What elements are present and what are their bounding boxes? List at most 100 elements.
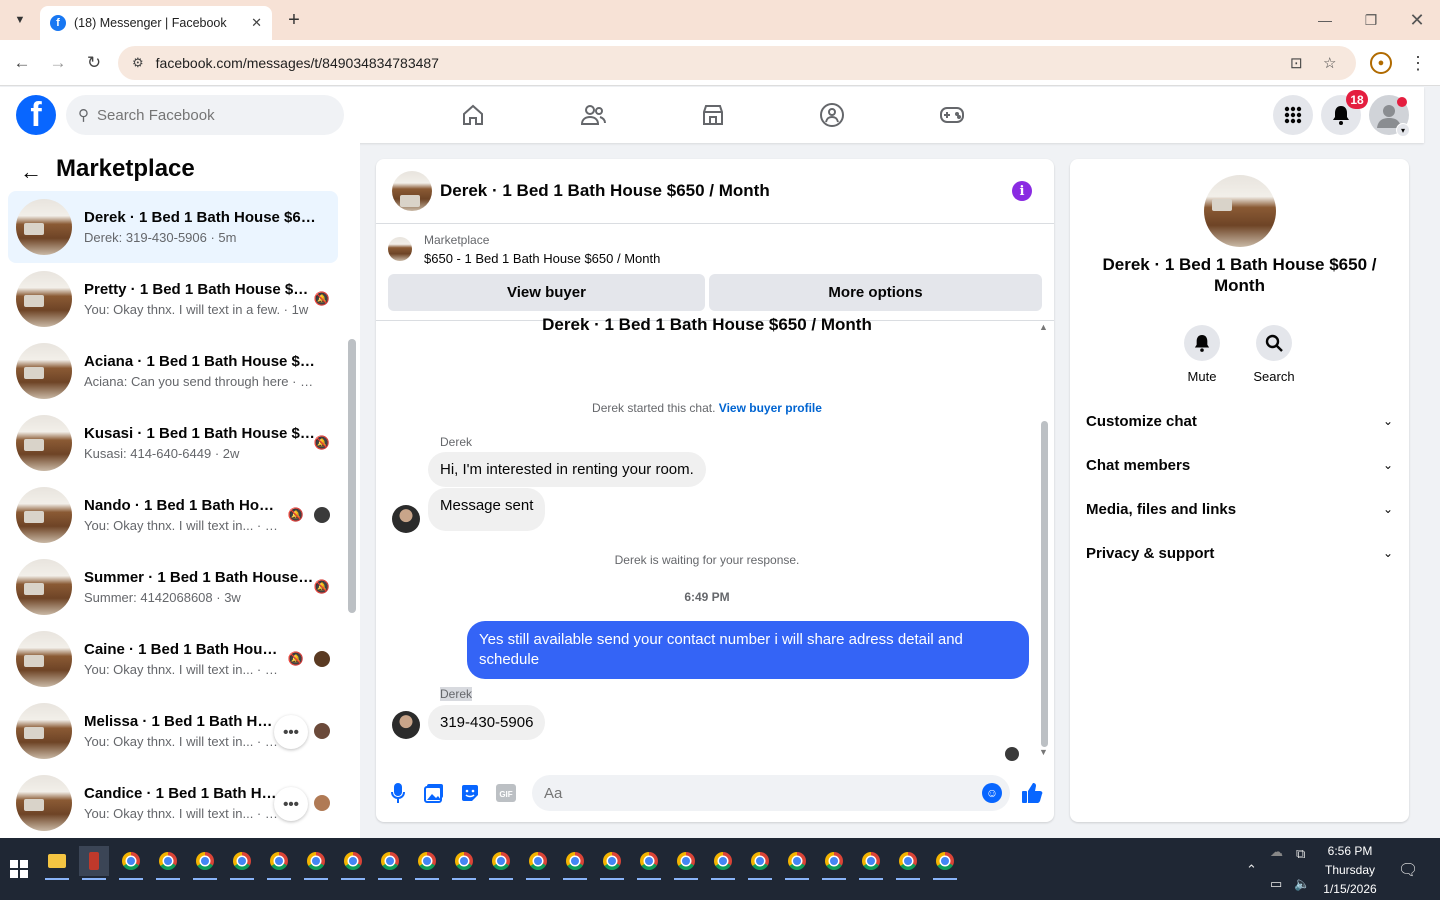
chrome-icon[interactable] xyxy=(856,846,886,880)
back-button[interactable]: ← xyxy=(9,50,35,76)
view-buyer-button[interactable]: View buyer xyxy=(388,274,705,311)
chat-scrollbar[interactable] xyxy=(1041,421,1048,747)
scroll-up-arrow-icon[interactable]: ▲ xyxy=(1039,322,1048,332)
chrome-icon[interactable] xyxy=(819,846,849,880)
gaming-icon[interactable] xyxy=(922,95,982,135)
notification-center-icon[interactable]: 🗨 xyxy=(1398,860,1418,880)
browser-menu-icon[interactable]: ⋮ xyxy=(1408,50,1428,76)
mute-action[interactable]: Mute xyxy=(1172,325,1232,384)
active-browser-tab[interactable]: f (18) Messenger | Facebook ✕ xyxy=(40,6,272,40)
scroll-down-arrow-icon[interactable]: ▼ xyxy=(1039,747,1048,757)
restore-button[interactable]: ❐ xyxy=(1359,8,1383,32)
photo-icon[interactable] xyxy=(422,781,446,805)
back-arrow-icon[interactable]: ← xyxy=(20,159,42,185)
incoming-message[interactable]: Hi, I'm interested in renting your room. xyxy=(428,452,706,487)
search-input[interactable] xyxy=(97,106,317,124)
listing-title[interactable]: $650 - 1 Bed 1 Bath House $650 / Month xyxy=(424,251,660,266)
chrome-icon[interactable] xyxy=(782,846,812,880)
sender-avatar[interactable] xyxy=(392,711,420,739)
gif-icon[interactable]: GIF xyxy=(494,781,518,805)
new-tab-button[interactable]: + xyxy=(282,8,306,32)
chrome-icon[interactable] xyxy=(116,846,146,880)
chat-members-section[interactable]: Chat members ⌄ xyxy=(1078,443,1401,487)
more-options-button[interactable]: More options xyxy=(709,274,1042,311)
sender-avatar[interactable] xyxy=(392,505,420,533)
chrome-icon[interactable] xyxy=(597,846,627,880)
search-icon[interactable] xyxy=(1256,325,1292,361)
chrome-icon[interactable] xyxy=(523,846,553,880)
chrome-icon[interactable] xyxy=(930,846,960,880)
chrome-icon[interactable] xyxy=(560,846,590,880)
chrome-icon[interactable] xyxy=(634,846,664,880)
message-input[interactable] xyxy=(544,784,964,802)
bookmark-star-icon[interactable]: ☆ xyxy=(1323,54,1336,72)
microphone-icon[interactable] xyxy=(386,781,410,805)
minimize-button[interactable]: — xyxy=(1313,8,1337,32)
browser-profile-icon[interactable]: ● xyxy=(1370,52,1392,74)
conversation-item[interactable]: Derek · 1 Bed 1 Bath House $650 / Month D… xyxy=(8,191,338,263)
tab-search-button[interactable]: ▼ xyxy=(8,8,32,32)
install-app-icon[interactable]: ⊡ xyxy=(1290,54,1303,72)
conversation-item[interactable]: Kusasi · 1 Bed 1 Bath House $650 / Month… xyxy=(8,407,338,479)
chrome-icon[interactable] xyxy=(745,846,775,880)
facebook-search[interactable]: ⚲ xyxy=(66,95,344,135)
groups-icon[interactable] xyxy=(802,95,862,135)
conversation-item[interactable]: Candice · 1 Bed 1 Bath House $650 / Mont… xyxy=(8,767,338,839)
pinned-app-icon[interactable] xyxy=(79,846,109,880)
more-options-icon[interactable]: ••• xyxy=(274,787,308,821)
bell-icon[interactable] xyxy=(1184,325,1220,361)
outgoing-message[interactable]: Yes still available send your contact nu… xyxy=(467,621,1029,679)
conversation-item[interactable]: Pretty · 1 Bed 1 Bath House $650 / Month… xyxy=(8,263,338,335)
show-hidden-icons[interactable]: ⌃ xyxy=(1246,862,1257,878)
cloud-icon[interactable]: ☁ xyxy=(1270,844,1283,860)
site-settings-icon[interactable]: ⚙ xyxy=(132,55,144,71)
search-action[interactable]: Search xyxy=(1244,325,1304,384)
privacy-support-section[interactable]: Privacy & support ⌄ xyxy=(1078,531,1401,575)
windows-start-icon[interactable] xyxy=(10,860,28,878)
chrome-icon[interactable] xyxy=(893,846,923,880)
chrome-icon[interactable] xyxy=(449,846,479,880)
forward-button[interactable]: → xyxy=(45,50,71,76)
emoji-icon[interactable]: ☺ xyxy=(982,783,1002,803)
address-bar[interactable]: ⚙ facebook.com/messages/t/84903483478348… xyxy=(118,46,1356,80)
taskbar-clock[interactable]: 6:56 PM Thursday 1/15/2026 xyxy=(1318,842,1382,899)
conversation-item[interactable]: Nando · 1 Bed 1 Bath House $650 / Month Y… xyxy=(8,479,338,551)
conversation-item[interactable]: Caine · 1 Bed 1 Bath House $650 / Month Y… xyxy=(8,623,338,695)
message-input-box[interactable] xyxy=(532,775,1010,811)
chrome-icon[interactable] xyxy=(375,846,405,880)
chrome-icon[interactable] xyxy=(301,846,331,880)
close-tab-icon[interactable]: ✕ xyxy=(251,15,262,31)
conversation-item[interactable]: Melissa · 1 Bed 1 Bath House $650 / Mont… xyxy=(8,695,338,767)
incoming-message[interactable]: Message sent xyxy=(428,488,546,531)
sticker-icon[interactable] xyxy=(458,781,482,805)
friends-icon[interactable] xyxy=(563,95,623,135)
incoming-message[interactable]: 319-430-5906 xyxy=(428,705,546,740)
marketplace-icon[interactable] xyxy=(683,95,743,135)
meet-now-icon[interactable]: ⧉ xyxy=(1296,846,1305,862)
conversation-item[interactable]: Summer · 1 Bed 1 Bath House $650 / Month… xyxy=(8,551,338,623)
home-icon[interactable] xyxy=(443,95,503,135)
network-icon[interactable]: ▭ xyxy=(1270,876,1282,892)
chrome-icon[interactable] xyxy=(190,846,220,880)
customize-chat-section[interactable]: Customize chat ⌄ xyxy=(1078,399,1401,443)
chrome-icon[interactable] xyxy=(338,846,368,880)
media-files-links-section[interactable]: Media, files and links ⌄ xyxy=(1078,487,1401,531)
file-explorer-icon[interactable] xyxy=(42,846,72,880)
view-buyer-profile-link[interactable]: View buyer profile xyxy=(719,401,822,415)
reload-button[interactable]: ↻ xyxy=(81,50,107,76)
chrome-icon[interactable] xyxy=(264,846,294,880)
chat-title[interactable]: Derek · 1 Bed 1 Bath House $650 / Month xyxy=(440,181,770,201)
sidebar-scrollbar[interactable] xyxy=(348,339,356,613)
chrome-icon[interactable] xyxy=(671,846,701,880)
close-window-button[interactable]: ✕ xyxy=(1405,8,1429,32)
more-options-icon[interactable]: ••• xyxy=(274,715,308,749)
conversation-item[interactable]: Aciana · 1 Bed 1 Bath House $650 / Month… xyxy=(8,335,338,407)
chrome-icon[interactable] xyxy=(708,846,738,880)
thumbs-up-icon[interactable] xyxy=(1018,779,1046,807)
info-icon[interactable]: i xyxy=(1012,181,1032,201)
chrome-icon[interactable] xyxy=(486,846,516,880)
chrome-icon[interactable] xyxy=(227,846,257,880)
menu-grid-icon[interactable] xyxy=(1273,95,1313,135)
facebook-logo[interactable]: f xyxy=(16,95,56,135)
chrome-icon[interactable] xyxy=(412,846,442,880)
